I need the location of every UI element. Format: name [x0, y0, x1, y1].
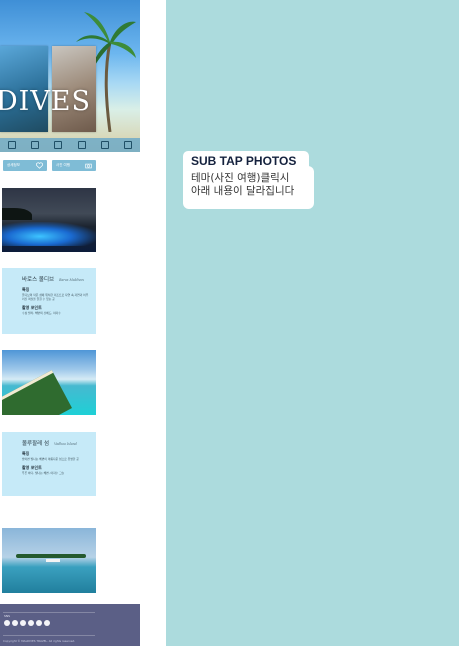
island-landmass	[2, 370, 72, 415]
callout-line-2: 아래 내용이 달라집니다	[191, 185, 295, 197]
document-icon[interactable]	[7, 141, 16, 149]
callout-box: 테마(사진 여행)클릭시 아래 내용이 달라집니다	[183, 166, 314, 209]
wave-icon[interactable]	[100, 141, 109, 149]
card-title-text: 몰루팔레 섬	[22, 441, 50, 447]
plane-icon[interactable]	[30, 141, 39, 149]
card-text-features: 밤이면 빛나는 해변이 아름다운 섬으로 유명한 곳	[22, 457, 79, 461]
photo-travel-button-label: 사진 여행	[56, 163, 70, 167]
facebook-icon[interactable]	[12, 620, 18, 626]
details-button-label: 상세정보	[7, 163, 20, 167]
footer-divider-bottom	[3, 635, 95, 636]
card-text-features: 몰디브의 작은 섬에 위치한 리조트로 자연 속 자연과 어우러진 객실을 즐길…	[22, 293, 89, 301]
palm-icon[interactable]	[124, 141, 133, 149]
island-sea-photo	[2, 528, 96, 593]
details-button[interactable]: 상세정보	[3, 160, 47, 171]
boat-shape	[46, 559, 60, 562]
boat-icon[interactable]	[54, 141, 63, 149]
hero-banner: DIVES	[0, 0, 140, 152]
footer-sns-label: SNS	[4, 614, 11, 618]
card-subtitle: Vadhoo Island	[54, 442, 77, 446]
aerial-beach-photo	[2, 350, 96, 415]
card-subtitle: Baros Maldives	[59, 278, 85, 282]
card-title: 몰루팔레 섬 Vadhoo Island	[22, 439, 90, 447]
presentation-background	[166, 0, 459, 646]
glowing-beach-photo	[2, 188, 96, 252]
kakao-icon[interactable]	[36, 620, 42, 626]
hero-title: DIVES	[0, 86, 92, 117]
card-title-text: 바로스 몰디브	[22, 277, 55, 283]
twitter-icon[interactable]	[20, 620, 26, 626]
category-icon-strip	[0, 138, 140, 152]
footer: SNS Copyright © MALDIVES TRAVEL. All rig…	[0, 604, 140, 646]
info-card-baros: 바로스 몰디브 Baros Maldives 특징 몰디브의 작은 섬에 위치한 …	[2, 268, 96, 334]
youtube-icon[interactable]	[44, 620, 50, 626]
info-card-vadhoo: 몰루팔레 섬 Vadhoo Island 특징 밤이면 빛나는 해변이 아름다운 …	[2, 432, 96, 496]
dark-island-shape	[2, 208, 32, 220]
instagram-icon[interactable]	[4, 620, 10, 626]
social-icons	[4, 620, 50, 626]
card-text-photo-points: 수상 빌라, 해변의 선베드, 야자수	[22, 311, 61, 315]
card-text-photo-points: 푸른 바다, 빛나는 해변, 야자수 그늘	[22, 471, 65, 475]
copyright-text: Copyright © MALDIVES TRAVEL. All rights …	[3, 639, 76, 643]
anchor-icon[interactable]	[77, 141, 86, 149]
photo-travel-button[interactable]: 사진 여행	[52, 160, 96, 171]
camera-icon	[85, 163, 92, 169]
footer-divider	[3, 612, 95, 613]
bioluminescent-glow	[2, 222, 96, 246]
callout-line-1: 테마(사진 여행)클릭시	[191, 172, 290, 184]
card-title: 바로스 몰디브 Baros Maldives	[22, 275, 90, 283]
mobile-page-preview: DIVES 상세정보 사진 여행 바로스 몰디브 Baros Maldives 특…	[0, 0, 140, 646]
blog-icon[interactable]	[28, 620, 34, 626]
heart-icon	[36, 162, 43, 169]
island-strip	[16, 554, 86, 558]
